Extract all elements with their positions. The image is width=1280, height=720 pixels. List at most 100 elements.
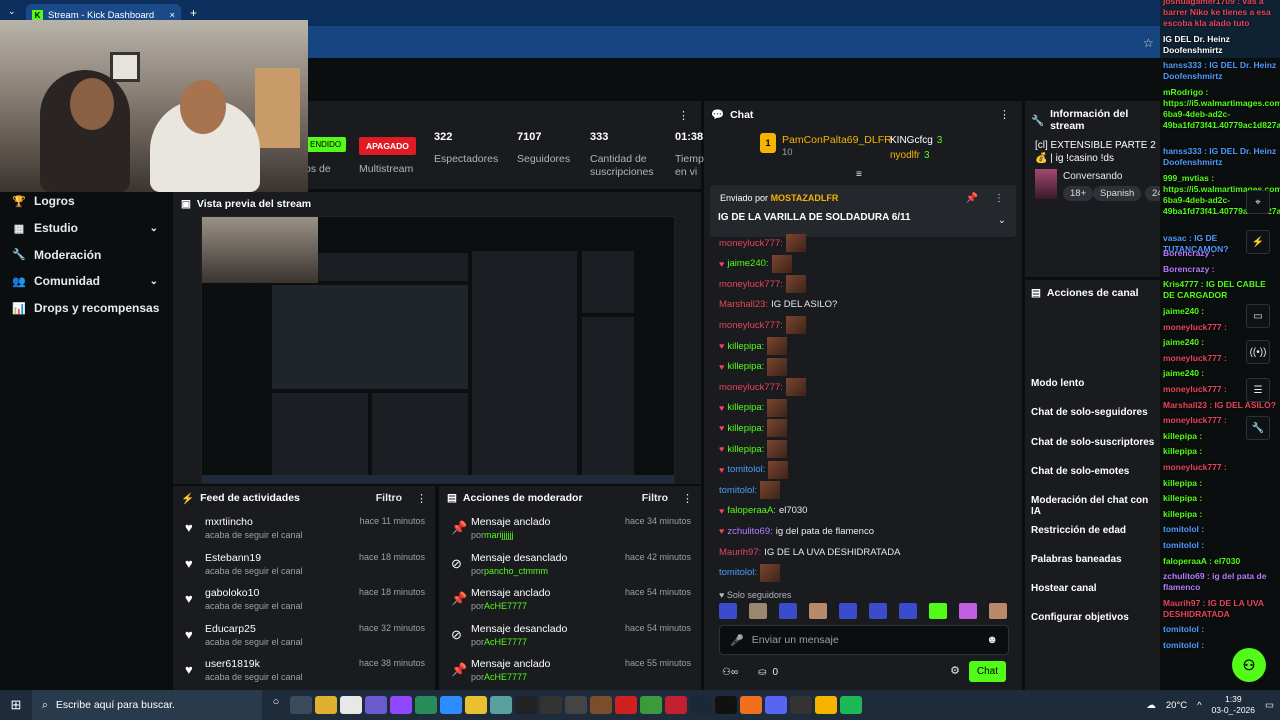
bolt-icon[interactable]: ⚡: [1246, 230, 1270, 254]
gift-icon[interactable]: ⛀: [758, 667, 766, 678]
cortana-icon[interactable]: ○: [265, 696, 287, 714]
emote[interactable]: [959, 603, 977, 619]
taskbar-search[interactable]: ⌕ Escribe aquí para buscar.: [32, 690, 262, 720]
stream-preview-video[interactable]: [201, 216, 675, 484]
discord-icon[interactable]: [765, 696, 787, 714]
emote[interactable]: [989, 603, 1007, 619]
app-icon[interactable]: [415, 696, 437, 714]
chat-username[interactable]: zchulito69:: [727, 526, 772, 537]
tray-chevron-icon[interactable]: ^: [1197, 700, 1201, 711]
chat-message[interactable]: moneyluck777:: [719, 315, 806, 335]
emote[interactable]: [869, 603, 887, 619]
chevron-down-icon[interactable]: ⌄: [998, 215, 1006, 226]
task-view-icon[interactable]: [290, 696, 312, 714]
emoji-icon[interactable]: ☻: [986, 634, 998, 646]
twitch-icon[interactable]: [390, 696, 412, 714]
opera-icon[interactable]: [615, 696, 637, 714]
moderator-name[interactable]: marijjjjjj: [484, 530, 514, 540]
list-item[interactable]: ⊘ Mensaje desanclado porAcHE7777 hace 54 mi…: [439, 621, 701, 657]
notepad-icon[interactable]: [340, 696, 362, 714]
emote-bar[interactable]: [719, 603, 1009, 621]
list-item[interactable]: 📌 Mensaje anclado pormarijjjjjj hace 34 min…: [439, 514, 701, 550]
chat-message[interactable]: ♥ jaime240:: [719, 254, 792, 274]
mod-menu-icon[interactable]: ⋮: [682, 492, 693, 505]
zoom-icon[interactable]: [440, 696, 462, 714]
chevron-down-icon[interactable]: ⌄: [150, 223, 158, 234]
channel-action[interactable]: Restricción de edad: [1031, 525, 1126, 536]
weather-icon[interactable]: ☁: [1146, 700, 1156, 711]
stream-title[interactable]: [cl] EXTENSIBLE PARTE 2 💰 | ig !casino !…: [1035, 139, 1160, 165]
app-icon[interactable]: [740, 696, 762, 714]
chat-message[interactable]: moneyluck777:: [719, 233, 806, 253]
app-icon[interactable]: [590, 696, 612, 714]
capcut-icon[interactable]: [515, 696, 537, 714]
list-item[interactable]: ⊘ Mensaje desanclado porpancho_ctmmm hace 4…: [439, 550, 701, 586]
app-icon[interactable]: [665, 696, 687, 714]
list-item[interactable]: ♥ user61819k acaba de seguir el canal hace …: [173, 656, 435, 692]
list-item[interactable]: ♥ Educarp25 acaba de seguir el canal hace 3…: [173, 621, 435, 657]
list-item[interactable]: ♥ Estebann19 acaba de seguir el canal hace …: [173, 550, 435, 586]
mod-filter-button[interactable]: Filtro: [642, 492, 668, 504]
bookmark-star-icon[interactable]: ☆: [1143, 36, 1154, 50]
pinned-menu-icon[interactable]: ⋮: [994, 193, 1004, 204]
weather-temp[interactable]: 20°C: [1166, 700, 1187, 711]
chat-username[interactable]: Marshall23:: [719, 299, 768, 310]
channel-action[interactable]: Moderación del chat con IA: [1031, 495, 1160, 517]
emote[interactable]: [929, 603, 947, 619]
sidebar-item-comunidad[interactable]: 👥 Comunidad ⌄: [0, 268, 170, 295]
chat-username[interactable]: moneyluck777:: [719, 382, 783, 393]
chat-message[interactable]: ♥ tomitolol:: [719, 460, 789, 480]
emote[interactable]: [809, 603, 827, 619]
list-icon[interactable]: ☰: [1246, 378, 1270, 402]
send-chat-button[interactable]: Chat: [968, 661, 1006, 682]
channel-action[interactable]: Chat de solo-seguidores: [1031, 407, 1148, 418]
chat-username[interactable]: killepipa:: [727, 402, 764, 413]
sticky-notes-icon[interactable]: [465, 696, 487, 714]
chat-message[interactable]: ♥ killepipa:: [719, 418, 788, 438]
tab-search-icon[interactable]: ⌄: [8, 6, 16, 17]
mic-icon[interactable]: 🎤: [730, 634, 744, 647]
chat-username[interactable]: jaime240:: [727, 258, 768, 269]
minecraft-icon[interactable]: [640, 696, 662, 714]
channel-action[interactable]: Hostear canal: [1031, 583, 1097, 594]
scan-icon[interactable]: ⌖: [1246, 190, 1270, 214]
list-item[interactable]: ♥ gaboloko10 acaba de seguir el canal hace …: [173, 585, 435, 621]
emote[interactable]: [719, 603, 737, 619]
emote[interactable]: [749, 603, 767, 619]
chat-message[interactable]: Marshall23: IG DEL ASILO?: [719, 295, 837, 315]
live-icon[interactable]: ((•)): [1246, 340, 1270, 364]
emote[interactable]: [779, 603, 797, 619]
channel-action[interactable]: Modo lento: [1031, 378, 1084, 389]
chat-username[interactable]: killepipa:: [727, 444, 764, 455]
chat-message[interactable]: ♥ killepipa:: [719, 439, 788, 459]
chat-message[interactable]: ♥ zchulito69: ig del pata de flamenco: [719, 521, 874, 541]
chat-message[interactable]: ♥ killepipa:: [719, 336, 788, 356]
obs-icon[interactable]: [790, 696, 812, 714]
moderator-name[interactable]: pancho_ctmmm: [484, 566, 548, 576]
chat-username[interactable]: moneyluck777:: [719, 279, 783, 290]
expand-icon[interactable]: ≡: [856, 169, 862, 180]
channel-action[interactable]: Chat de solo-suscriptores: [1031, 437, 1154, 448]
chat-message[interactable]: ♥ killepipa:: [719, 357, 788, 377]
steam-icon[interactable]: [690, 696, 712, 714]
spotify-icon[interactable]: [840, 696, 862, 714]
app-icon[interactable]: [490, 696, 512, 714]
pinned-message[interactable]: Enviado por MOSTAZADLFR IG DE LA VARILLA…: [710, 185, 1016, 237]
sidebar-item-estudio[interactable]: ▦ Estudio ⌄: [0, 215, 170, 242]
chat-username[interactable]: faloperaaA:: [727, 505, 776, 516]
chat-message[interactable]: tomitolol:: [719, 480, 781, 500]
chat-username[interactable]: killepipa:: [727, 361, 764, 372]
gift-leaderboard[interactable]: 1 PamConPalta69_DLFR 10 KINGcfcg 3 nyodlf…: [760, 131, 990, 167]
moderator-name[interactable]: AcHE7777: [484, 672, 527, 682]
new-tab-button[interactable]: +: [190, 6, 197, 20]
chat-icon[interactable]: ▭: [1246, 304, 1270, 328]
notifications-icon[interactable]: ▭: [1265, 700, 1274, 711]
channel-action[interactable]: Configurar objetivos: [1031, 612, 1129, 623]
kick-float-button[interactable]: ⚇: [1232, 648, 1266, 682]
wrench-icon[interactable]: 🔧: [1246, 416, 1270, 440]
chat-message[interactable]: moneyluck777:: [719, 274, 806, 294]
chevron-down-icon[interactable]: ⌄: [150, 276, 158, 287]
chat-username[interactable]: tomitolol:: [719, 567, 757, 578]
channel-action[interactable]: Palabras baneadas: [1031, 554, 1122, 565]
chat-message[interactable]: ♥ killepipa:: [719, 398, 788, 418]
